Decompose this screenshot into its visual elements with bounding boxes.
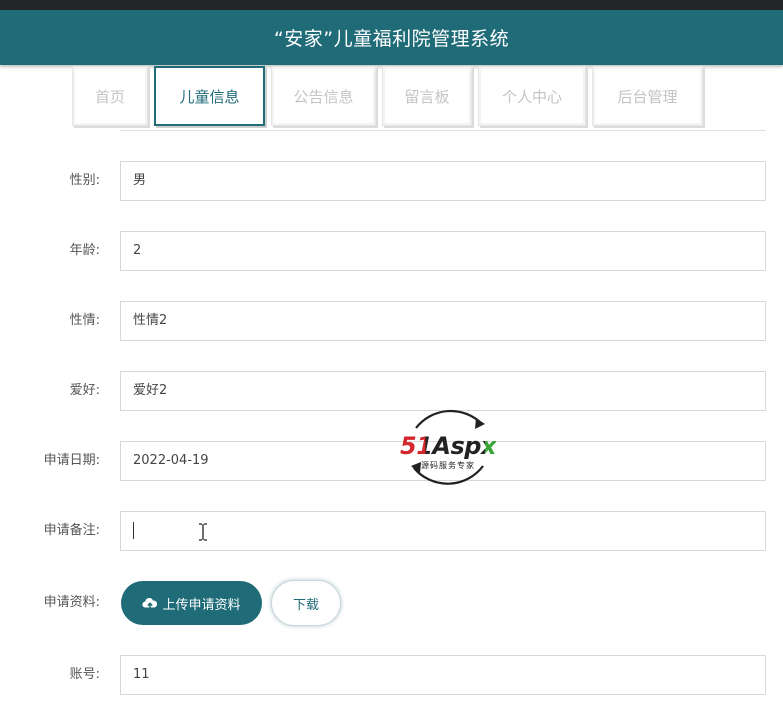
- watermark-logo: 51Aspx 源码服务专家: [386, 402, 510, 494]
- download-button-label: 下载: [292, 597, 319, 613]
- app-title: “安家”儿童福利院管理系统: [273, 28, 510, 50]
- form-row-account: 账号: 11: [0, 655, 783, 695]
- tab-child-info[interactable]: 儿童信息: [154, 66, 265, 126]
- form-top-divider: [120, 130, 766, 131]
- tab-admin[interactable]: 后台管理: [592, 66, 703, 126]
- apply-date-label: 申请日期:: [43, 453, 100, 468]
- account-label: 账号:: [69, 667, 100, 682]
- watermark-brand: 51Aspx: [386, 432, 510, 460]
- gender-input[interactable]: 男: [120, 161, 766, 201]
- tab-child-info-label: 儿童信息: [179, 87, 240, 106]
- text-caret: [133, 522, 134, 539]
- form-row-apply-note: 申请备注:: [0, 511, 783, 551]
- form-row-temperament: 性情: 性情2: [0, 301, 783, 341]
- watermark-tagline: 源码服务专家: [421, 461, 475, 470]
- watermark-brand-text: 51Aspx: [400, 432, 496, 460]
- hobby-label: 爱好:: [69, 383, 100, 398]
- apply-material-label: 申请资料:: [43, 595, 100, 610]
- upload-button-label: 上传申请资料: [162, 597, 241, 613]
- tab-announcements[interactable]: 公告信息: [271, 66, 376, 126]
- upload-application-button[interactable]: 上传申请资料: [121, 581, 262, 625]
- tab-message-board[interactable]: 留言板: [382, 66, 472, 126]
- tab-home[interactable]: 首页: [72, 66, 148, 126]
- tab-personal-center-label: 个人中心: [501, 87, 562, 106]
- gender-label: 性别:: [69, 173, 100, 188]
- form-row-gender: 性别: 男: [0, 161, 783, 201]
- apply-note-input[interactable]: [120, 511, 766, 551]
- app-header: “安家”儿童福利院管理系统: [0, 10, 783, 65]
- form-row-apply-material: 申请资料:: [0, 583, 783, 623]
- age-label: 年龄:: [69, 243, 100, 258]
- text-cursor-icon: [199, 523, 207, 541]
- download-button[interactable]: 下载: [271, 580, 341, 626]
- age-input[interactable]: 2: [120, 231, 766, 271]
- apply-note-label: 申请备注:: [43, 523, 100, 538]
- tab-home-label: 首页: [94, 87, 125, 106]
- tab-announcements-label: 公告信息: [293, 87, 354, 106]
- temperament-input[interactable]: 性情2: [120, 301, 766, 341]
- form-row-age: 年龄: 2: [0, 231, 783, 271]
- account-input[interactable]: 11: [120, 655, 766, 695]
- window-top-bar: [0, 0, 783, 10]
- tab-personal-center[interactable]: 个人中心: [478, 66, 586, 126]
- cloud-upload-icon: [142, 598, 158, 609]
- tab-admin-label: 后台管理: [617, 87, 678, 106]
- temperament-label: 性情:: [69, 313, 100, 328]
- tab-message-board-label: 留言板: [404, 87, 450, 106]
- main-nav: 首页 儿童信息 公告信息 留言板 个人中心 后台管理: [72, 66, 703, 126]
